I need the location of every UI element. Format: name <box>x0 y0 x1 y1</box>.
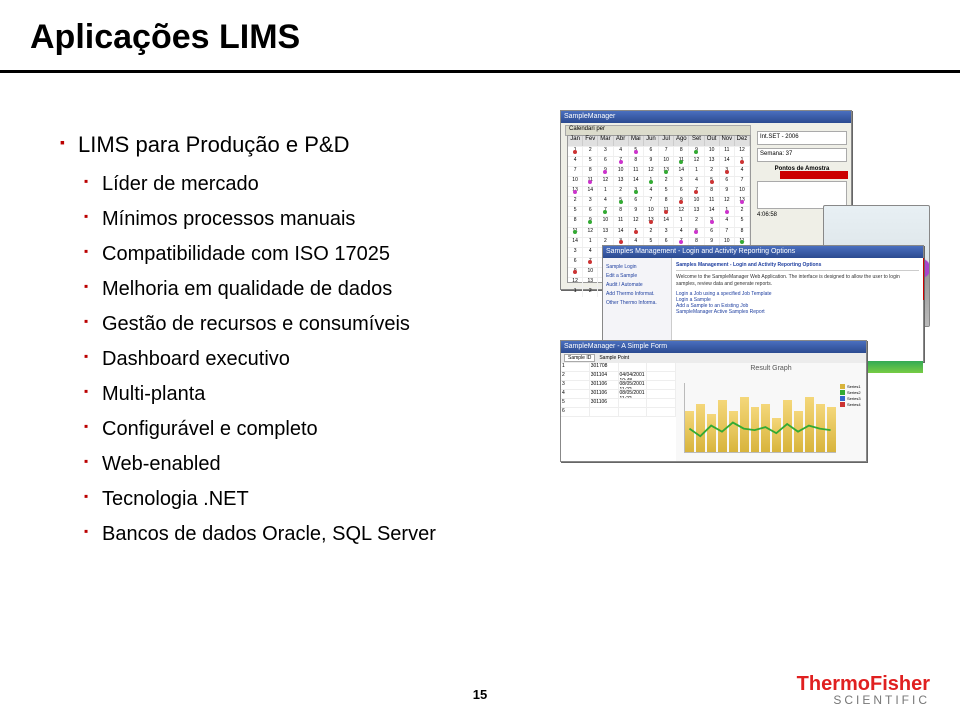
data-grid: 1301708230110404/04/2001 10:48330110608/… <box>561 363 677 461</box>
bullet-lvl2: Multi-planta <box>84 380 520 409</box>
chart-title: Result Graph <box>676 365 866 372</box>
bullet-lvl2: Mínimos processos manuais <box>84 205 520 234</box>
month: Ago <box>674 136 689 146</box>
window-title: SampleManager <box>561 111 851 123</box>
nav-link: Edit a Sample <box>606 273 668 279</box>
table-window: SampleManager - A Simple Form Sample ID … <box>560 340 867 462</box>
month: Jun <box>644 136 659 146</box>
chart-area: Result Graph Series1 Series2 Series3 Ser… <box>676 363 866 461</box>
month: Jul <box>659 136 674 146</box>
bullet-lvl2: Web-enabled <box>84 450 520 479</box>
legend-item: Series3 <box>840 396 864 401</box>
bullet-lvl2: Dashboard executivo <box>84 345 520 374</box>
bullet-lvl2: Compatibilidade com ISO 17025 <box>84 240 520 269</box>
logo-bottom: SCIENTIFIC <box>797 694 930 706</box>
slide: Aplicações LIMS LIMS para Produção e P&D… <box>0 0 960 720</box>
bullet-lvl2: Gestão de recursos e consumíveis <box>84 310 520 339</box>
legend-item: Series4 <box>840 402 864 407</box>
legend-item: Series2 <box>840 390 864 395</box>
web-heading: Samples Management - Login and Activity … <box>676 262 919 271</box>
red-accent <box>780 171 848 179</box>
nav-link: Audit / Automate <box>606 282 668 288</box>
nav-link: Other Thermo Informa. <box>606 300 668 306</box>
bar-chart <box>684 383 836 453</box>
chart-legend: Series1 Series2 Series3 Series4 <box>840 383 864 408</box>
legend-item: Series1 <box>840 384 864 389</box>
window-title: SampleManager - A Simple Form <box>561 341 866 353</box>
bullet-lvl1: LIMS para Produção e P&D <box>60 130 520 160</box>
month: Set <box>689 136 704 146</box>
calendar-header: Jan Fev Mar Abr Mai Jun Jul Ago Set Out … <box>568 136 750 146</box>
month: Abr <box>614 136 629 146</box>
tab: Sample Point <box>599 355 629 361</box>
logo-top: ThermoFisher <box>797 674 930 694</box>
table-tabs: Sample ID Sample Point <box>561 353 866 363</box>
bullet-lvl2: Líder de mercado <box>84 170 520 199</box>
web-link: SampleManager Active Samples Report <box>676 309 919 315</box>
tab: Sample ID <box>564 354 595 362</box>
month: Dez <box>735 136 750 146</box>
slide-title: Aplicações LIMS <box>30 18 300 57</box>
month: Mai <box>629 136 644 146</box>
bullet-lvl2: Configurável e completo <box>84 415 520 444</box>
month: Jan <box>568 136 583 146</box>
nav-link: Add Thermo Informat. <box>606 291 668 297</box>
interval-field: Int.SET - 2006 <box>757 131 847 145</box>
month: Mar <box>598 136 613 146</box>
bullet-list: LIMS para Produção e P&D Líder de mercad… <box>60 130 520 555</box>
month: Out <box>705 136 720 146</box>
screenshot-composite: SampleManager Calendari per Jan Fev Mar … <box>560 110 930 460</box>
web-intro: Welcome to the SampleManager Web Applica… <box>676 274 919 287</box>
table-body: Sample ID Sample Point 1301708230110404/… <box>561 353 866 461</box>
nav-link: Sample Login <box>606 264 668 270</box>
month: Fev <box>583 136 598 146</box>
title-underline <box>0 70 960 73</box>
bullet-lvl2: Melhoria em qualidade de dados <box>84 275 520 304</box>
semana-field: Semana: 37 <box>757 148 847 162</box>
month: Nov <box>720 136 735 146</box>
bullet-lvl2: Bancos de dados Oracle, SQL Server <box>84 520 520 549</box>
brand-logo: ThermoFisher SCIENTIFIC <box>797 674 930 706</box>
bullet-lvl2: Tecnologia .NET <box>84 485 520 514</box>
window-title: Samples Management - Login and Activity … <box>603 246 923 258</box>
